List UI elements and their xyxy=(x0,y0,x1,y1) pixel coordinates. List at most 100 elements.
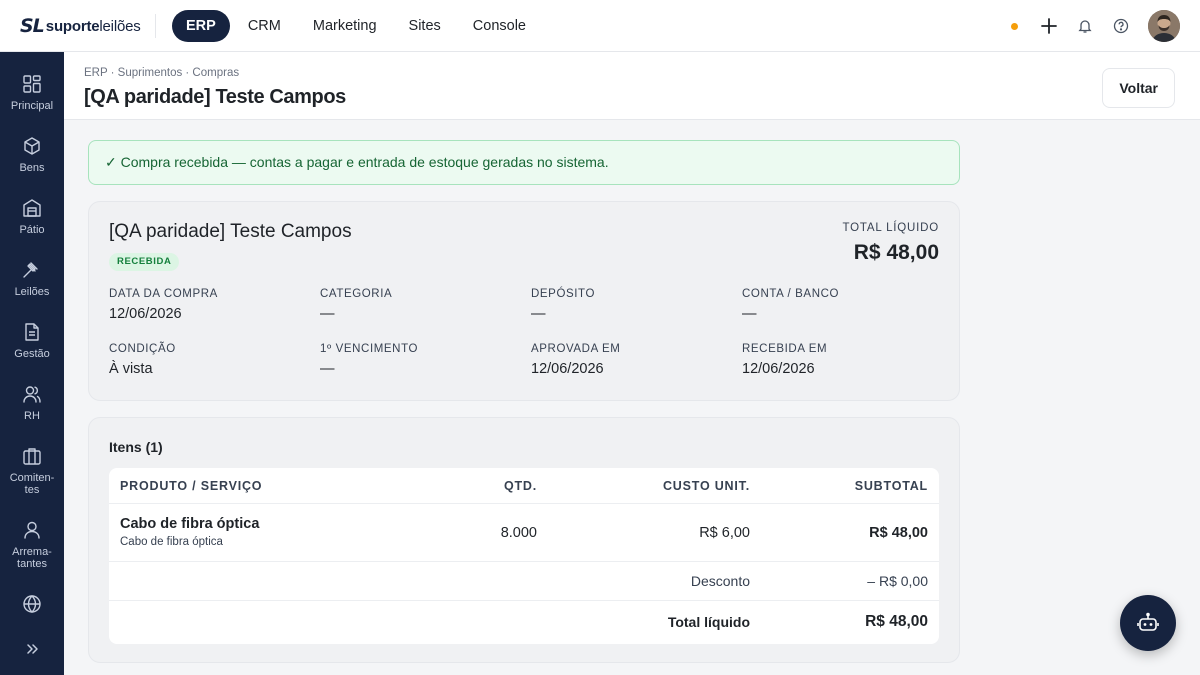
sidebar-item-rh[interactable]: RH xyxy=(0,384,64,422)
users-icon xyxy=(23,386,41,403)
assistant-button[interactable] xyxy=(1120,595,1176,651)
globe-icon xyxy=(23,595,41,613)
robot-icon xyxy=(1137,612,1159,631)
item-subtotal: R$ 48,00 xyxy=(869,525,928,541)
box-icon xyxy=(24,137,40,155)
field-label: CONDIÇÃO xyxy=(109,343,176,355)
field-label: CONTA / BANCO xyxy=(742,288,840,300)
help-icon[interactable] xyxy=(1112,17,1130,35)
sidebar-item-comitentes[interactable]: Comiten- tes xyxy=(0,446,64,496)
warehouse-icon xyxy=(23,199,41,217)
document-icon xyxy=(25,323,39,341)
field-first-due: 1º VENCIMENTO — xyxy=(320,343,520,377)
topnav-sites[interactable]: Sites xyxy=(395,10,455,42)
top-bar: SL suporteleilões ERP CRM Marketing Site… xyxy=(0,0,1200,52)
field-category: CATEGORIA — xyxy=(320,288,520,322)
sidebar-label: Comiten- tes xyxy=(9,472,55,496)
divider xyxy=(109,503,939,504)
top-actions xyxy=(1011,10,1180,42)
items-table: PRODUTO / SERVIÇO QTD. CUSTO UNIT. SUBTO… xyxy=(109,468,939,644)
item-unit-cost: R$ 6,00 xyxy=(699,525,750,541)
user-avatar[interactable] xyxy=(1148,10,1180,42)
sidebar-label: RH xyxy=(24,410,40,422)
chevrons-right-icon xyxy=(27,644,38,654)
sidebar: Principal Bens Pátio Leilões Gestão RH C… xyxy=(0,52,64,675)
topnav-marketing[interactable]: Marketing xyxy=(299,10,391,42)
field-value: 12/06/2026 xyxy=(109,306,182,322)
discount-label: Desconto xyxy=(690,573,750,589)
sidebar-label: Bens xyxy=(19,162,45,174)
field-purchase-date: DATA DA COMPRA 12/06/2026 xyxy=(109,288,309,322)
top-nav: ERP CRM Marketing Sites Console xyxy=(172,10,544,42)
field-label: RECEBIDA EM xyxy=(742,343,828,355)
column-header: SUBTOTAL xyxy=(854,479,928,493)
item-description: Cabo de fibra óptica xyxy=(120,536,223,548)
total-value: R$ 48,00 xyxy=(853,241,939,264)
field-payment-condition: CONDIÇÃO À vista xyxy=(109,343,309,377)
brand-logo[interactable]: SL suporteleilões xyxy=(20,13,141,39)
divider xyxy=(155,14,156,38)
field-warehouse: DEPÓSITO — xyxy=(531,288,731,322)
page-header: ERP · Suprimentos · Compras [QA paridade… xyxy=(64,52,1200,120)
field-value: — xyxy=(320,361,335,377)
field-label: DEPÓSITO xyxy=(531,288,596,300)
field-label: DATA DA COMPRA xyxy=(109,288,218,300)
field-value: 12/06/2026 xyxy=(742,361,815,377)
sidebar-label: Pátio xyxy=(19,224,45,236)
briefcase-icon xyxy=(23,448,41,465)
back-button[interactable]: Voltar xyxy=(1102,68,1175,108)
column-header: PRODUTO / SERVIÇO xyxy=(120,479,263,493)
column-header: CUSTO UNIT. xyxy=(662,479,750,493)
field-label: 1º VENCIMENTO xyxy=(320,343,419,355)
sidebar-item-gestao[interactable]: Gestão xyxy=(0,322,64,360)
user-icon xyxy=(24,521,40,539)
field-value: — xyxy=(742,306,757,322)
total-label: TOTAL LÍQUIDO xyxy=(842,222,939,234)
discount-value: – R$ 0,00 xyxy=(867,573,928,589)
net-total-label: Total líquido xyxy=(667,614,750,630)
purchase-summary-card: [QA paridade] Teste Campos RECEBIDA TOTA… xyxy=(88,201,960,401)
logo-mark: SL xyxy=(20,15,45,37)
gavel-icon xyxy=(23,262,38,278)
success-alert: ✓ Compra recebida — contas a pagar e ent… xyxy=(88,140,960,185)
sidebar-label: Leilões xyxy=(14,286,50,298)
breadcrumb[interactable]: ERP · Suprimentos · Compras xyxy=(84,67,239,79)
topnav-crm[interactable]: CRM xyxy=(234,10,295,42)
field-received-at: RECEBIDA EM 12/06/2026 xyxy=(742,343,942,377)
purchase-title: [QA paridade] Teste Campos xyxy=(109,221,352,242)
sidebar-item-arrematantes[interactable]: Arrema- tantes xyxy=(0,520,64,570)
field-bank-account: CONTA / BANCO — xyxy=(742,288,942,322)
field-value: — xyxy=(531,306,546,322)
logo-text: suporteleilões xyxy=(45,17,141,35)
sidebar-label: Principal xyxy=(10,100,54,112)
sidebar-item-principal[interactable]: Principal xyxy=(0,74,64,112)
topnav-erp[interactable]: ERP xyxy=(172,10,230,42)
topnav-console[interactable]: Console xyxy=(459,10,540,42)
bell-icon[interactable] xyxy=(1076,17,1094,35)
items-title: Itens (1) xyxy=(109,439,163,455)
divider xyxy=(109,561,939,562)
sidebar-item-sites[interactable] xyxy=(0,594,64,614)
field-value: 12/06/2026 xyxy=(531,361,604,377)
sidebar-item-bens[interactable]: Bens xyxy=(0,136,64,174)
status-indicator xyxy=(1011,22,1018,30)
divider xyxy=(109,600,939,601)
column-header: QTD. xyxy=(503,479,537,493)
item-name: Cabo de fibra óptica xyxy=(120,516,260,532)
items-card: Itens (1) PRODUTO / SERVIÇO QTD. CUSTO U… xyxy=(88,417,960,663)
field-label: CATEGORIA xyxy=(320,288,393,300)
status-badge: RECEBIDA xyxy=(109,253,180,271)
plus-icon[interactable] xyxy=(1040,17,1058,35)
sidebar-label: Gestão xyxy=(14,348,50,360)
field-label: APROVADA EM xyxy=(531,343,621,355)
net-total-value: R$ 48,00 xyxy=(865,613,928,630)
sidebar-item-leiloes[interactable]: Leilões xyxy=(0,260,64,298)
sidebar-label: Arrema- tantes xyxy=(12,546,52,570)
page-title: [QA paridade] Teste Campos xyxy=(84,86,346,108)
sidebar-item-patio[interactable]: Pátio xyxy=(0,198,64,236)
field-value: — xyxy=(320,306,335,322)
field-approved-at: APROVADA EM 12/06/2026 xyxy=(531,343,731,377)
field-value: À vista xyxy=(109,361,153,377)
sidebar-expand[interactable] xyxy=(0,642,64,656)
grid-icon xyxy=(23,75,41,93)
